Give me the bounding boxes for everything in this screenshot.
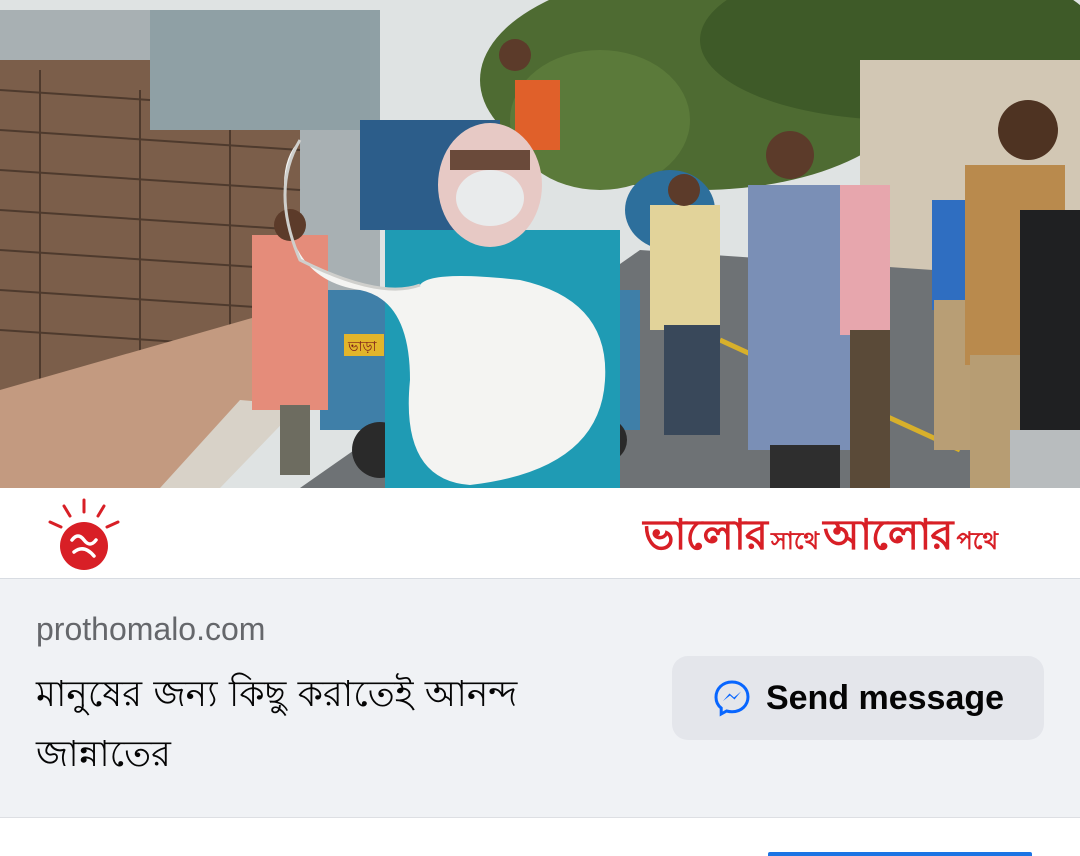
link-preview-card[interactable]: prothomalo.com মানুষের জন্য কিছু করাতেই … <box>0 579 1080 817</box>
link-headline[interactable]: মানুষের জন্য কিছু করাতেই আনন্দ জান্নাতের <box>36 665 596 785</box>
send-message-button[interactable]: Send message <box>672 656 1044 740</box>
slogan-part-1: ভালোর <box>643 510 768 559</box>
sponsor-banner: ভালোর সাথে আলোর পথে <box>0 488 1080 579</box>
slogan-part-3: আলোর <box>823 510 953 559</box>
slogan-part-4: পথে <box>956 527 998 555</box>
slogan-part-2: সাথে <box>771 527 820 555</box>
messenger-icon <box>714 680 750 717</box>
next-post-button-edge <box>768 852 1032 856</box>
prothom-alo-sun-logo <box>48 498 120 570</box>
slogan: ভালোর সাথে আলোর পথে <box>643 502 1002 562</box>
next-post-edge <box>0 817 1080 856</box>
post-photo[interactable]: ভাড়া <box>0 0 1080 488</box>
truck-plate-text: ভাড়া <box>347 339 377 355</box>
post-photo-illustration: ভাড়া <box>0 0 1080 488</box>
link-domain: prothomalo.com <box>36 611 266 647</box>
send-message-label: Send message <box>765 678 1005 717</box>
